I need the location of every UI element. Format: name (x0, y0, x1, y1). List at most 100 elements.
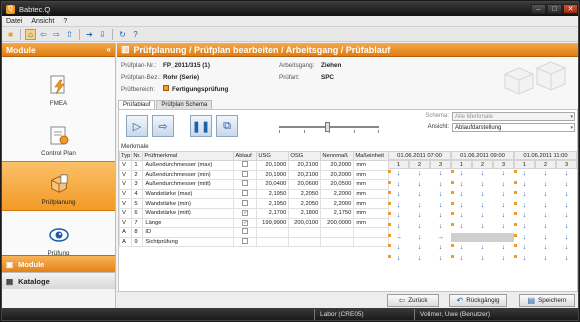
ablauf-checkbox[interactable]: ✓ (242, 210, 249, 217)
timeline-cell[interactable]: ↓ (409, 211, 430, 221)
timeline-cell[interactable]: ↓ (493, 180, 514, 190)
timeline-cell[interactable]: ↓ (409, 243, 430, 253)
menu-ansicht[interactable]: Ansicht (31, 18, 54, 25)
table-row[interactable]: V 7 Länge ✓ 199,9900 200,0100 200,0000 mm (118, 217, 390, 229)
minimize-button[interactable]: – (531, 4, 546, 14)
table-row[interactable]: V 3 Außendurchmesser (mitt) 20,0400 20,0600 2… (118, 179, 390, 190)
split-button[interactable]: ❚❚ (190, 115, 212, 137)
sidebar-item-control-plan[interactable]: Control Plan (2, 113, 115, 161)
tab-pruefplan-schema[interactable]: Prüfplan Schema (156, 100, 213, 109)
menu-datei[interactable]: Datei (6, 18, 22, 25)
timeline-cell[interactable]: ↓ (493, 169, 514, 179)
timeline-cell[interactable]: ↓ (535, 190, 556, 200)
timeline-cell[interactable]: ↓ (472, 169, 493, 179)
timeline-cell[interactable]: ↓ (430, 201, 451, 211)
column-header[interactable]: Nennmaß (320, 151, 355, 161)
maximize-button[interactable]: □ (547, 4, 562, 14)
app-icon[interactable]: ■ (5, 29, 16, 40)
column-header[interactable]: Ablauf (233, 151, 258, 161)
timeline-cell[interactable]: ↓ (556, 254, 577, 264)
timeline-cell[interactable]: ↓ (451, 201, 472, 211)
timeline-cell[interactable]: ↓ (451, 180, 472, 190)
timeline-cell[interactable]: ↓ (472, 180, 493, 190)
column-header[interactable]: USG (256, 151, 290, 161)
timeline-cell[interactable]: ↓ (535, 254, 556, 264)
timeline-cell[interactable]: ↓ (472, 243, 493, 253)
timeline-cell[interactable]: ↓ (409, 169, 430, 179)
table-row[interactable]: A 9 Sichtprüfung (118, 236, 390, 248)
forward-icon[interactable]: ⇨ (51, 29, 62, 40)
timeline-cell[interactable]: ↓ (514, 201, 535, 211)
column-header[interactable]: Prüfmerkmal (142, 151, 235, 161)
timeline-cell[interactable]: ↓ (430, 180, 451, 190)
ablauf-checkbox[interactable]: ✓ (242, 219, 249, 226)
timeline-cell[interactable]: ↓ (535, 233, 556, 243)
timeline-cell[interactable]: ↓ (409, 180, 430, 190)
timeline-cell[interactable]: ↓ (535, 211, 556, 221)
timeline-cell[interactable]: ↓ (493, 190, 514, 200)
play-button[interactable]: ▷ (126, 115, 148, 137)
column-header[interactable]: OSG (288, 151, 322, 161)
timeline-cell[interactable]: ↓ (472, 190, 493, 200)
timeline-cell[interactable]: ↓ (493, 243, 514, 253)
column-header[interactable]: Typ (118, 151, 133, 161)
save-button[interactable]: ▤ Speichern (519, 294, 575, 307)
ablauf-checkbox[interactable] (242, 199, 249, 206)
timeline-cell[interactable]: ↓ (514, 243, 535, 253)
ablauf-checkbox[interactable] (242, 228, 249, 235)
timeline-cell[interactable]: ↓ (430, 190, 451, 200)
timeline-cell[interactable]: ↓ (472, 211, 493, 221)
table-row[interactable]: V 5 Wandstärke (min) 2,1950 2,2050 2,2000 mm (118, 198, 390, 209)
ablauf-checkbox[interactable] (242, 190, 249, 197)
timeline-cell[interactable]: ↓ (556, 233, 577, 243)
menu-help[interactable]: ? (63, 18, 67, 25)
up-icon[interactable]: ⇧ (64, 29, 75, 40)
timeline-cell[interactable]: ↓ (430, 254, 451, 264)
timeline-cell[interactable]: ↓ (535, 180, 556, 190)
timeline-cell[interactable]: ↓ (388, 254, 409, 264)
table-row[interactable]: V 1 Außendurchmesser (max) 20,1900 20,2100 20… (118, 160, 390, 171)
down-icon[interactable]: ⇩ (97, 29, 108, 40)
timeline-cell[interactable]: ↓ (472, 201, 493, 211)
undo-button[interactable]: ↶ Rückgängig (449, 294, 507, 307)
timeline-cell[interactable]: ↓ (535, 201, 556, 211)
timeline-cell[interactable]: ↓ (493, 211, 514, 221)
timeline-cell[interactable]: ↓ (388, 201, 409, 211)
sidebar-nav-kataloge[interactable]: ▤ Kataloge (2, 272, 115, 289)
forward-button[interactable]: ⇨ (152, 115, 174, 137)
zoom-slider[interactable] (279, 122, 379, 133)
timeline-cell[interactable]: ↓ (472, 222, 493, 232)
timeline-cell[interactable] (493, 232, 514, 243)
timeline-cell[interactable]: ↓ (535, 169, 556, 179)
timeline-cell[interactable]: ↓ (409, 233, 430, 243)
timeline-cell[interactable]: ↓ (451, 190, 472, 200)
timeline-cell[interactable]: ↓ (451, 243, 472, 253)
timeline-cell[interactable]: ↓ (556, 222, 577, 232)
timeline-cell[interactable]: ↓ (514, 254, 535, 264)
timeline-cell[interactable]: ↓ (409, 222, 430, 232)
timeline-cell[interactable]: ↓ (514, 233, 535, 243)
tab-pruefablauf[interactable]: Prüfablauf (118, 100, 156, 109)
ansicht-select[interactable]: Ablaufdarstellung ▾ (452, 123, 575, 132)
timeline-cell[interactable]: ↓ (535, 222, 556, 232)
timeline-cell[interactable] (451, 232, 472, 243)
column-header[interactable]: Maßeinheit (353, 151, 390, 161)
back-icon[interactable]: ⇦ (38, 29, 49, 40)
timeline-cell[interactable]: ↓ (388, 190, 409, 200)
close-button[interactable]: ✕ (563, 4, 578, 14)
timeline-cell[interactable]: ↓ (451, 254, 472, 264)
timeline-cell[interactable]: ↓ (451, 169, 472, 179)
table-row[interactable]: V 6 Wandstärke (mitt) ✓ 2,1700 2,1800 2,1750 mm (118, 207, 390, 219)
timeline-cell[interactable]: ↓ (388, 180, 409, 190)
timeline-cell[interactable]: ↓ (514, 190, 535, 200)
timeline-cell[interactable]: ↓ (388, 243, 409, 253)
timeline-cell[interactable]: ↓ (451, 211, 472, 221)
ablauf-checkbox[interactable] (242, 238, 249, 245)
timeline-cell[interactable]: ↓ (493, 222, 514, 232)
sidebar-item-fmea[interactable]: FMEA (2, 63, 115, 111)
column-header[interactable]: Nr. (131, 151, 144, 161)
sidebar-nav-module[interactable]: ▣ Module (2, 255, 115, 272)
timeline-cell[interactable]: ↓ (556, 211, 577, 221)
ablauf-checkbox[interactable] (242, 171, 249, 177)
timeline-cell[interactable]: ↓ (556, 180, 577, 190)
